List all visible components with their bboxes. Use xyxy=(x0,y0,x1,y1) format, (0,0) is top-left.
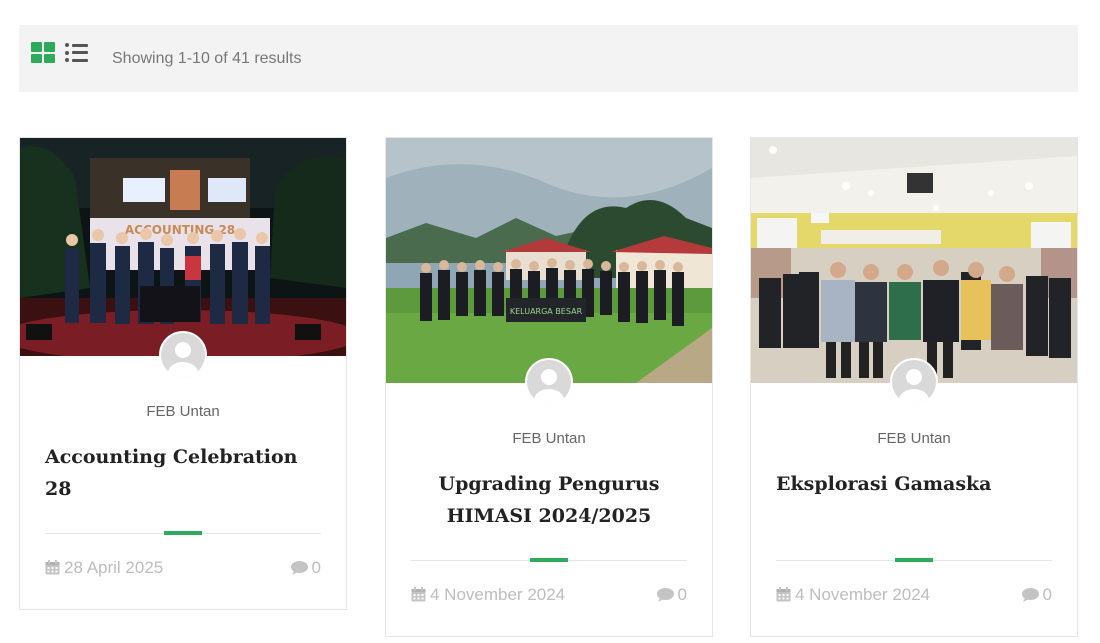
user-placeholder-icon xyxy=(527,360,571,404)
post-author[interactable]: FEB Untan xyxy=(386,429,712,449)
author-avatar[interactable] xyxy=(890,358,938,406)
calendar-icon xyxy=(411,587,426,607)
card-divider xyxy=(776,558,1052,562)
post-comments[interactable]: 0 xyxy=(656,585,687,607)
author-avatar[interactable] xyxy=(525,358,573,406)
comment-icon xyxy=(1021,587,1039,607)
post-comments[interactable]: 0 xyxy=(290,558,321,580)
list-view-icon[interactable] xyxy=(65,43,89,62)
post-author[interactable]: FEB Untan xyxy=(20,402,346,422)
comment-icon xyxy=(290,560,308,580)
calendar-icon xyxy=(776,587,791,607)
post-card: ACCOUNTING 28 FEB Untan Accounting Celeb… xyxy=(19,137,347,610)
post-date[interactable]: 4 November 2024 xyxy=(776,585,930,607)
user-placeholder-icon xyxy=(161,333,205,377)
post-comments[interactable]: 0 xyxy=(1021,585,1052,607)
post-title[interactable]: Upgrading Pengurus HIMASI 2024/2025 xyxy=(411,468,687,532)
post-title[interactable]: Eksplorasi Gamaska xyxy=(776,468,1052,500)
card-divider xyxy=(411,558,687,562)
results-count: Showing 1-10 of 41 results xyxy=(112,50,302,67)
post-author[interactable]: FEB Untan xyxy=(751,429,1077,449)
post-date[interactable]: 28 April 2025 xyxy=(45,558,163,580)
post-date[interactable]: 4 November 2024 xyxy=(411,585,565,607)
post-thumbnail[interactable]: ACCOUNTING 28 xyxy=(20,138,346,356)
svg-text:KELUARGA BESAR: KELUARGA BESAR xyxy=(510,307,583,316)
post-thumbnail[interactable]: KELUARGA BESAR xyxy=(386,138,712,383)
grid-view-icon[interactable] xyxy=(31,42,55,63)
comment-icon xyxy=(656,587,674,607)
post-card: FEB Untan Eksplorasi Gamaska 4 November … xyxy=(750,137,1078,637)
author-avatar[interactable] xyxy=(159,331,207,379)
post-thumbnail[interactable] xyxy=(751,138,1077,383)
post-title[interactable]: Accounting Celebration 28 xyxy=(45,441,321,505)
card-divider xyxy=(45,531,321,535)
calendar-icon xyxy=(45,560,60,580)
shop-toolbar: Showing 1-10 of 41 results xyxy=(19,25,1078,92)
post-card: KELUARGA BESAR FEB Untan Upgrading Pengu… xyxy=(385,137,713,637)
user-placeholder-icon xyxy=(892,360,936,404)
